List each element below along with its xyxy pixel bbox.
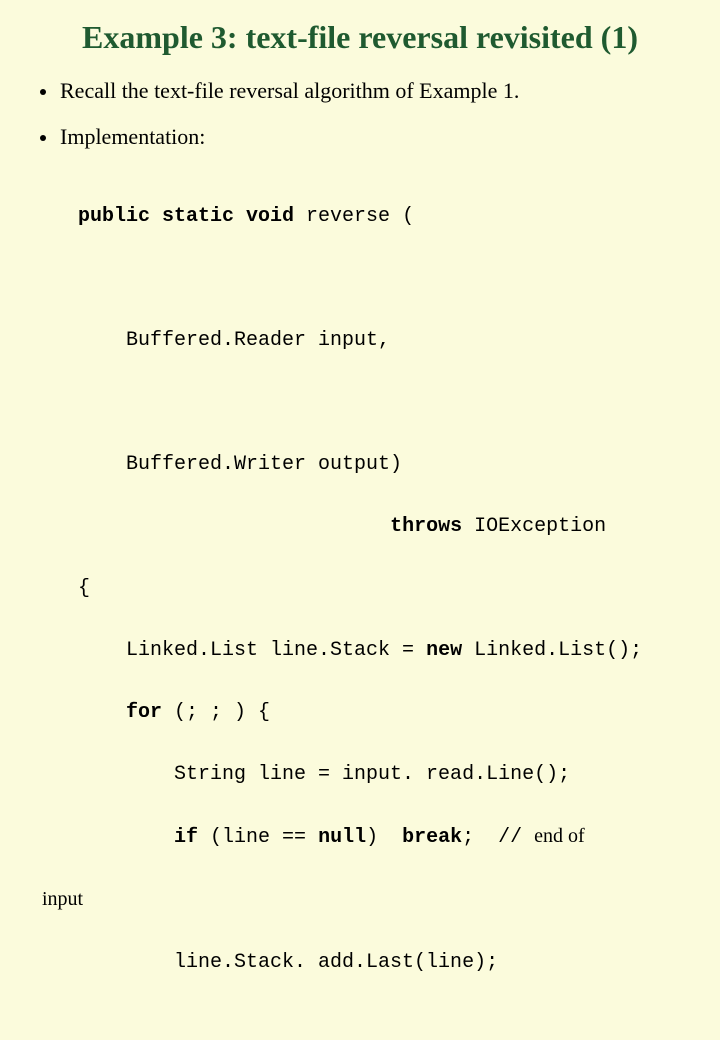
code-l4c: IOException bbox=[462, 515, 606, 538]
code-line-6: Linked.List line.Stack = new Linked.List… bbox=[78, 635, 680, 666]
bullet-2: Implementation: bbox=[40, 124, 680, 150]
slide-title: Example 3: text-file reversal revisited … bbox=[40, 18, 680, 56]
code-line-input: input bbox=[42, 884, 680, 916]
code-l7c: (; ; ) { bbox=[162, 701, 270, 724]
code-block: public static void reverse ( Buffered.Re… bbox=[78, 170, 680, 1040]
code-l7a bbox=[78, 701, 126, 724]
code-line-8: String line = input. read.Line(); bbox=[78, 759, 680, 790]
code-l9h: // bbox=[498, 826, 534, 849]
bullet-dot-icon bbox=[40, 135, 46, 141]
code-l9a bbox=[78, 826, 174, 849]
code-l6a: Linked.List line.Stack = bbox=[78, 639, 426, 662]
code-l9g: ; bbox=[462, 826, 498, 849]
bullet-2-text: Implementation: bbox=[60, 124, 205, 150]
code-l9e: ) bbox=[366, 826, 402, 849]
code-line-5: { bbox=[78, 573, 680, 604]
code-line-3: Buffered.Writer output) bbox=[78, 449, 680, 480]
code-line-2: Buffered.Reader input, bbox=[78, 325, 680, 356]
code-line-10: line.Stack. add.Last(line); bbox=[78, 947, 680, 978]
code-blank-1 bbox=[78, 263, 680, 294]
kw-null: null bbox=[318, 826, 366, 849]
bullet-1: Recall the text-file reversal algorithm … bbox=[40, 78, 680, 104]
slide: Example 3: text-file reversal revisited … bbox=[0, 0, 720, 540]
code-blank-2 bbox=[78, 387, 680, 418]
kw-public-static-void: public static void bbox=[78, 205, 294, 228]
kw-new: new bbox=[426, 639, 462, 662]
input-label: input bbox=[42, 888, 83, 910]
kw-throws: throws bbox=[390, 515, 462, 538]
code-l9c: (line == bbox=[198, 826, 318, 849]
code-line-9: if (line == null) break; // end of bbox=[78, 821, 680, 853]
kw-break: break bbox=[402, 826, 462, 849]
code-l4a bbox=[78, 515, 390, 538]
kw-for: for bbox=[126, 701, 162, 724]
code-line-1: public static void reverse ( bbox=[78, 201, 680, 232]
bullet-1-text: Recall the text-file reversal algorithm … bbox=[60, 78, 519, 104]
bullet-dot-icon bbox=[40, 89, 46, 95]
code-line-7: for (; ; ) { bbox=[78, 697, 680, 728]
code-l1b: reverse ( bbox=[294, 205, 414, 228]
comment-endof: end of bbox=[534, 825, 585, 847]
code-line-4: throws IOException bbox=[78, 511, 680, 542]
code-l6c: Linked.List(); bbox=[462, 639, 642, 662]
kw-if: if bbox=[174, 826, 198, 849]
